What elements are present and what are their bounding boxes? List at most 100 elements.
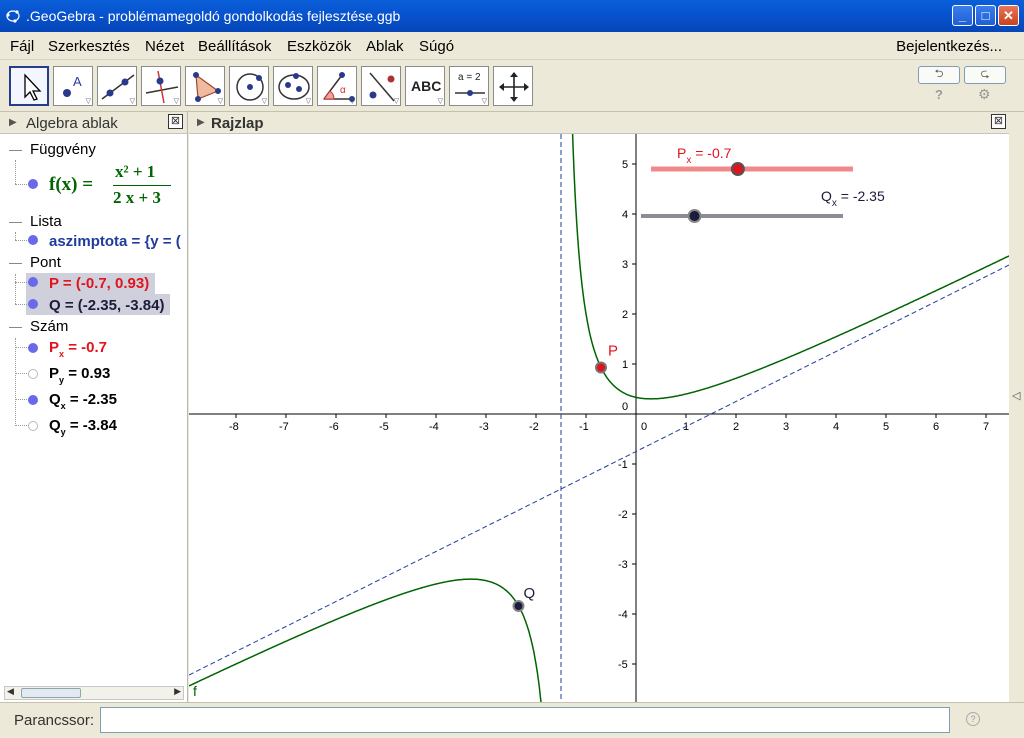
close-algebra-view-button[interactable]: ⊠	[168, 114, 183, 129]
x-tick-label: 3	[783, 421, 789, 433]
command-input[interactable]	[100, 707, 950, 733]
function-numerator: x² + 1	[115, 162, 156, 181]
number-Qx[interactable]: Qx = -2.35	[49, 391, 117, 411]
y-tick-label: -2	[618, 509, 628, 521]
close-window-button[interactable]: ✕	[998, 5, 1019, 26]
x-tick-label: -2	[529, 421, 539, 433]
expand-panel-arrow-icon[interactable]: ◁	[1012, 389, 1020, 402]
visibility-toggle[interactable]	[28, 235, 38, 245]
reflect-tool-button[interactable]: ▽	[361, 66, 401, 106]
horizontal-scrollbar[interactable]: ◀ ▶	[4, 686, 184, 700]
number-Qy[interactable]: Qy = -3.84	[49, 417, 117, 437]
visibility-toggle[interactable]	[28, 299, 38, 309]
x-tick-label: 5	[883, 421, 889, 433]
oblique-asymptote[interactable]	[189, 264, 1009, 676]
undo-button[interactable]: ⮌	[918, 66, 960, 84]
menu-view[interactable]: Nézet	[145, 38, 184, 55]
collapse-category-icon[interactable]: —	[9, 255, 22, 270]
visibility-toggle[interactable]	[28, 277, 38, 287]
polygon-tool-button[interactable]: ▽	[185, 66, 225, 106]
x-tick-label: -4	[429, 421, 439, 433]
point-P-marker[interactable]	[595, 361, 607, 374]
collapse-arrow-icon[interactable]: ▶	[9, 117, 17, 128]
menu-help[interactable]: Súgó	[419, 38, 454, 55]
menu-tools[interactable]: Eszközök	[287, 38, 351, 55]
slider-tool-button[interactable]: a = 2 ▽	[449, 66, 489, 106]
collapse-category-icon[interactable]: —	[9, 214, 22, 229]
category-number: Szám	[30, 318, 69, 335]
list-asymptote[interactable]: aszimptota = {y = (	[49, 233, 181, 250]
point-P[interactable]: P = (-0.7, 0.93)	[49, 275, 149, 292]
collapse-category-icon[interactable]: —	[9, 142, 22, 157]
menu-file[interactable]: Fájl	[10, 38, 34, 55]
graphics-view-header: ▶ Rajzlap ⊠	[189, 112, 1009, 134]
menu-bar: Fájl Szerkesztés Nézet Beállítások Eszkö…	[0, 32, 1024, 60]
tool-menu-arrow-icon: ▽	[305, 98, 311, 105]
function-f-curve[interactable]	[189, 578, 545, 702]
visibility-toggle[interactable]	[28, 369, 38, 379]
toolbar: A ▽ ▽ ▽ ▽ ▽ ▽ α ▽ ▽ ABC ▽ a = 2 ▽ ⮌ ⮎ ? …	[0, 60, 1024, 112]
tool-menu-arrow-icon: ▽	[173, 98, 179, 105]
visibility-toggle[interactable]	[28, 343, 38, 353]
x-tick-label: 6	[933, 421, 939, 433]
y-tick-label: 4	[622, 209, 628, 221]
input-label: Parancssor:	[14, 712, 95, 729]
point-tool-button[interactable]: A ▽	[53, 66, 93, 106]
slider-Px-knob[interactable]	[730, 162, 745, 176]
menu-options[interactable]: Beállítások	[198, 38, 271, 55]
gear-icon[interactable]: ⚙	[978, 86, 991, 103]
slider-Qx-knob[interactable]	[687, 209, 702, 223]
y-tick-label: 5	[622, 159, 628, 171]
graphics-view: ▶ Rajzlap ⊠ -8 -7 -6 -5 -4 -3 -2 -1 0 1 2 3 4 5 6 7 5 4 3 2…	[189, 112, 1009, 702]
title-bar: .GeoGebra - problémamegoldó gondolkodás …	[0, 0, 1024, 32]
text-tool-button[interactable]: ABC ▽	[405, 66, 445, 106]
menu-window[interactable]: Ablak	[366, 38, 404, 55]
category-function: Függvény	[30, 141, 96, 158]
svg-text:α: α	[340, 85, 346, 96]
collapse-arrow-icon[interactable]: ▶	[197, 117, 205, 128]
number-Py[interactable]: Py = 0.93	[49, 365, 110, 385]
menu-edit[interactable]: Szerkesztés	[48, 38, 130, 55]
circle-tool-button[interactable]: ▽	[229, 66, 269, 106]
login-link[interactable]: Bejelentkezés...	[896, 38, 1002, 55]
move-view-tool-button[interactable]	[493, 66, 533, 106]
maximize-button[interactable]: □	[975, 5, 996, 26]
help-icon[interactable]: ?	[935, 87, 943, 102]
angle-tool-button[interactable]: α ▽	[317, 66, 357, 106]
y-tick-label: 0	[622, 401, 628, 413]
conic-tool-button[interactable]: ▽	[273, 66, 313, 106]
tool-menu-arrow-icon: ▽	[129, 98, 135, 105]
slider-Qx-label: Qx = -2.35	[821, 188, 885, 209]
scroll-right-icon[interactable]: ▶	[174, 686, 181, 697]
point-Q[interactable]: Q = (-2.35, -3.84)	[49, 297, 164, 314]
geogebra-logo-icon	[6, 10, 20, 23]
point-Q-label: Q	[524, 585, 536, 602]
scrollbar-thumb[interactable]	[21, 688, 81, 698]
collapse-category-icon[interactable]: —	[9, 319, 22, 334]
close-graphics-view-button[interactable]: ⊠	[991, 114, 1006, 129]
perpendicular-tool-button[interactable]: ▽	[141, 66, 181, 106]
visibility-toggle[interactable]	[28, 179, 38, 189]
x-tick-label: 2	[733, 421, 739, 433]
scroll-left-icon[interactable]: ◀	[7, 686, 14, 697]
line-tool-button[interactable]: ▽	[97, 66, 137, 106]
drawing-pad[interactable]: -8-7-6-5-4-3-2-101234567543210-1-2-3-4-5…	[189, 134, 1009, 702]
tool-menu-arrow-icon: ▽	[261, 98, 267, 105]
algebra-view-title: Algebra ablak	[26, 115, 118, 132]
minimize-button[interactable]: _	[952, 5, 973, 26]
input-help-icon[interactable]: ?	[966, 712, 980, 726]
tool-menu-arrow-icon: ▽	[85, 98, 91, 105]
function-f-curve[interactable]	[571, 134, 1009, 400]
input-bar: Parancssor: ?	[0, 702, 1024, 738]
redo-button[interactable]: ⮎	[964, 66, 1006, 84]
window-title: .GeoGebra - problémamegoldó gondolkodás …	[26, 8, 401, 24]
visibility-toggle[interactable]	[28, 421, 38, 431]
move-tool-button[interactable]	[9, 66, 49, 106]
right-panel-strip: ◁	[1009, 112, 1024, 702]
function-denominator: 2 x + 3	[113, 188, 161, 207]
number-Px[interactable]: Px = -0.7	[49, 339, 107, 359]
visibility-toggle[interactable]	[28, 395, 38, 405]
x-tick-label: -8	[229, 421, 239, 433]
point-Q-marker[interactable]	[512, 600, 525, 612]
point-P-label: P	[608, 343, 618, 360]
